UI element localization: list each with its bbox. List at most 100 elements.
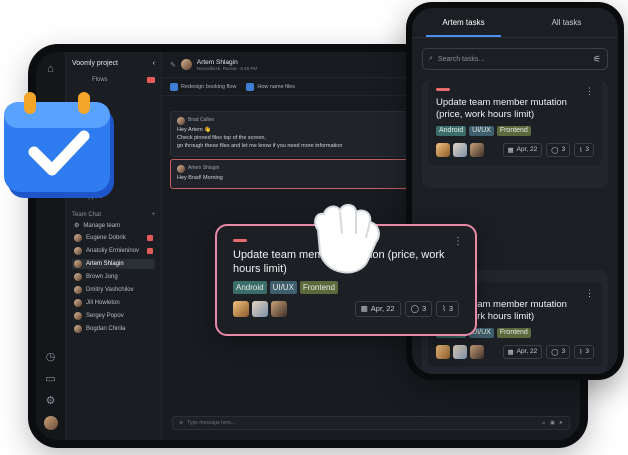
assignee-avatar[interactable] bbox=[436, 142, 450, 157]
file-name: How name files bbox=[257, 83, 295, 90]
manage-team-item[interactable]: ⚙ Manage team bbox=[72, 221, 155, 230]
project-selector[interactable]: Voomly project ‹ bbox=[72, 60, 155, 67]
assignee-avatar[interactable] bbox=[233, 300, 249, 317]
sidebar-item-label: Flows bbox=[92, 77, 108, 83]
task-card[interactable]: ⋮ Update team member mutation (price, wo… bbox=[428, 80, 602, 165]
assignee-avatar[interactable] bbox=[453, 142, 467, 157]
comment-count: 3 bbox=[421, 304, 427, 314]
search-placeholder: Search tasks... bbox=[437, 55, 485, 63]
more-icon[interactable]: ⋮ bbox=[585, 86, 594, 97]
member-list: Eugene Dobrik Anatoliy Ermieninov Artem Sh… bbox=[72, 233, 155, 334]
assignee-avatar[interactable] bbox=[470, 142, 484, 157]
tag-list: Android UI/UX Frontend bbox=[233, 280, 459, 294]
task-meta: ▦ Apr, 22 ◯ 3 ⌇ 3 bbox=[233, 300, 459, 317]
contact-location: Novosibirsk, Russia · 6:45 PM bbox=[196, 65, 258, 71]
comment-icon: ◯ bbox=[551, 146, 559, 154]
attachments-chip[interactable]: ⌇ 3 bbox=[574, 344, 594, 359]
clock-icon[interactable]: ◷ bbox=[44, 350, 58, 364]
chat-message: Brad Callen Hey Artem 👋 Check pinned files… bbox=[170, 111, 421, 157]
comment-icon: ◯ bbox=[410, 304, 419, 314]
send-icon[interactable]: ➤ bbox=[559, 420, 563, 426]
filter-icon[interactable]: ⚟ bbox=[593, 54, 601, 65]
user-avatar[interactable] bbox=[43, 416, 58, 430]
message-text: Hey Artem 👋 bbox=[177, 127, 212, 133]
home-icon[interactable]: ⌂ bbox=[44, 62, 58, 76]
due-date-chip[interactable]: ▦ Apr, 22 bbox=[354, 300, 401, 317]
pinned-file[interactable]: How name files bbox=[246, 82, 295, 91]
gear-icon[interactable]: ⚙ bbox=[44, 394, 58, 408]
calendar-icon: ▦ bbox=[360, 304, 368, 314]
search-icon: ⌕ bbox=[429, 55, 433, 62]
assignee-avatar[interactable] bbox=[271, 300, 287, 317]
message-author: Artem Shlagin bbox=[177, 164, 414, 173]
member-avatar bbox=[74, 260, 82, 268]
tag-frontend[interactable]: Frontend bbox=[299, 280, 338, 294]
tag-uiux[interactable]: UI/UX bbox=[469, 125, 494, 136]
team-chat-header: Team Chat + bbox=[72, 212, 155, 218]
assignee-avatar[interactable] bbox=[252, 300, 268, 317]
comments-chip[interactable]: ◯ 3 bbox=[546, 142, 571, 157]
assignee-avatar[interactable] bbox=[453, 344, 467, 359]
tab-artem-tasks[interactable]: Artem tasks bbox=[412, 8, 515, 37]
due-date: Apr, 22 bbox=[516, 146, 538, 154]
unread-badge bbox=[147, 248, 153, 254]
member-item[interactable]: Jill Howleton bbox=[72, 298, 155, 308]
paperclip-icon: ⌇ bbox=[442, 304, 446, 314]
more-icon[interactable]: ⋮ bbox=[585, 288, 594, 299]
message-text: Check pinned files top of the screen, bbox=[177, 134, 266, 141]
message-input[interactable]: ⊕ Type message here... ☺ ▣ ➤ bbox=[172, 416, 570, 430]
add-icon[interactable]: ⊕ bbox=[179, 420, 183, 426]
tag-uiux[interactable]: UI/UX bbox=[269, 280, 297, 294]
project-name: Voomly project bbox=[72, 60, 118, 67]
add-icon[interactable]: + bbox=[151, 212, 155, 218]
assignee-list bbox=[436, 142, 484, 157]
member-item[interactable]: Sergey Popov bbox=[72, 311, 155, 321]
attachments-chip[interactable]: ⌇ 3 bbox=[436, 300, 459, 317]
chevron-icon: ‹ bbox=[152, 60, 155, 67]
member-item[interactable]: Bogdan Chirila bbox=[72, 324, 155, 334]
pinned-file[interactable]: Redesign booking flow bbox=[170, 82, 237, 91]
due-date-chip[interactable]: ▦ Apr, 22 bbox=[502, 142, 543, 157]
search-input[interactable]: ⌕ Search tasks... ⚟ bbox=[422, 48, 608, 70]
manage-team-label: Manage team bbox=[83, 222, 121, 229]
comments-chip[interactable]: ◯ 3 bbox=[404, 300, 433, 317]
member-name: Brown Jong bbox=[86, 274, 118, 280]
attachments-chip[interactable]: ⌇ 3 bbox=[574, 142, 594, 157]
assignee-avatar[interactable] bbox=[436, 344, 450, 359]
tag-list: Android UI/UX Frontend bbox=[436, 125, 594, 136]
member-avatar bbox=[74, 273, 82, 281]
member-avatar bbox=[74, 325, 82, 333]
file-icon bbox=[170, 82, 178, 91]
assignee-avatar[interactable] bbox=[470, 344, 484, 359]
attach-icon[interactable]: ▣ bbox=[550, 420, 555, 426]
paperclip-icon: ⌇ bbox=[579, 146, 583, 154]
member-item[interactable]: Anatoliy Ermieninov bbox=[72, 246, 155, 256]
message-text: Hey Brad! Morning bbox=[177, 174, 223, 181]
priority-bar bbox=[436, 88, 450, 91]
member-item[interactable]: Artem Shlagin bbox=[72, 259, 155, 269]
tag-frontend[interactable]: Frontend bbox=[496, 125, 531, 136]
section-title: Team Chat bbox=[72, 212, 102, 218]
attachment-count: 3 bbox=[585, 146, 589, 154]
calendar-icon: ▦ bbox=[507, 146, 514, 154]
file-name: Redesign booking flow bbox=[181, 83, 237, 90]
tab-all-tasks[interactable]: All tasks bbox=[515, 8, 618, 37]
tag-android[interactable]: Android bbox=[436, 125, 467, 136]
comments-chip[interactable]: ◯ 3 bbox=[546, 344, 571, 359]
member-avatar bbox=[74, 299, 82, 307]
task-meta: ▦ Apr, 22 ◯ 3 ⌇ 3 bbox=[436, 344, 594, 359]
member-item[interactable]: Brown Jong bbox=[72, 272, 155, 282]
emoji-icon[interactable]: ☺ bbox=[541, 420, 546, 426]
tag-android[interactable]: Android bbox=[233, 280, 267, 294]
comment-count: 3 bbox=[561, 348, 566, 356]
comment-icon: ◯ bbox=[551, 348, 559, 356]
gear-icon: ⚙ bbox=[74, 223, 80, 229]
member-item[interactable]: Eugene Dobrik bbox=[72, 233, 155, 243]
video-icon[interactable]: ▭ bbox=[44, 372, 58, 386]
member-item[interactable]: Dmitry Vashchilov bbox=[72, 285, 155, 295]
compose-tools: ☺ ▣ ➤ bbox=[541, 420, 563, 426]
due-date-chip[interactable]: ▦ Apr, 22 bbox=[502, 344, 543, 359]
more-icon[interactable]: ⋮ bbox=[453, 236, 463, 247]
sidebar-item-flows[interactable]: Flows bbox=[72, 77, 155, 83]
tag-frontend[interactable]: Frontend bbox=[496, 327, 531, 338]
